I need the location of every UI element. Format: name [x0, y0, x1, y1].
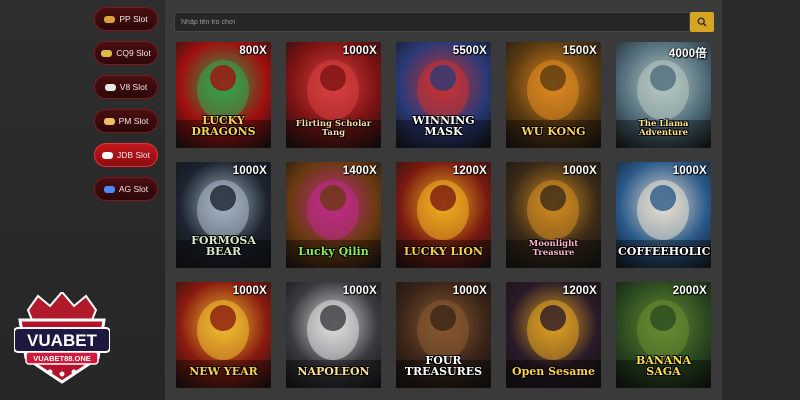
- logo-brand-text: VUABET: [27, 331, 98, 350]
- game-card[interactable]: 1200X LUCKY LION: [396, 162, 491, 268]
- v8-logo-icon: [104, 83, 116, 91]
- provider-button-ag-slot[interactable]: AG Slot: [94, 177, 158, 201]
- game-card[interactable]: 1400X Lucky Qilin: [286, 162, 381, 268]
- provider-label: CQ9 Slot: [116, 48, 151, 58]
- provider-button-cq9-slot[interactable]: CQ9 Slot: [94, 41, 158, 65]
- game-title: WINNING MASK: [412, 113, 475, 139]
- max-multiplier: 800X: [239, 45, 267, 57]
- game-card[interactable]: 5500X WINNING MASK: [396, 42, 491, 148]
- provider-label: PP Slot: [119, 14, 148, 24]
- game-title: LUCKY LION: [404, 245, 483, 259]
- game-title: NEW YEAR: [189, 365, 258, 379]
- game-card[interactable]: 1000X Flirting Scholar Tang: [286, 42, 381, 148]
- search-input[interactable]: [174, 12, 690, 32]
- max-multiplier: 4000倍: [668, 48, 707, 60]
- game-title: FOUR TREASURES: [404, 353, 483, 379]
- cq9-logo-icon: [101, 49, 113, 57]
- max-multiplier: 1000X: [342, 45, 377, 57]
- game-card[interactable]: 1000X Moonlight Treasure: [506, 162, 601, 268]
- provider-label: V8 Slot: [119, 82, 148, 92]
- game-card[interactable]: 1000X COFFEEHOLICS: [616, 162, 711, 268]
- max-multiplier: 2000X: [672, 285, 707, 297]
- game-title: Open Sesame: [512, 365, 595, 379]
- pp-logo-icon: [104, 15, 116, 23]
- game-title: The Llama Adventure: [638, 119, 689, 139]
- provider-sidebar: PP Slot CQ9 Slot V8 Slot PM Slot JDB Slot AG …: [94, 7, 158, 201]
- ag-logo-icon: [103, 185, 115, 193]
- provider-label: JDB Slot: [116, 150, 151, 160]
- game-card[interactable]: 2000X BANANA SAGA: [616, 282, 711, 388]
- max-multiplier: 1200X: [562, 285, 597, 297]
- game-title: Lucky Qilin: [298, 245, 369, 259]
- max-multiplier: 1000X: [232, 285, 267, 297]
- provider-label: AG Slot: [118, 184, 149, 194]
- game-title: FORMOSA BEAR: [191, 233, 256, 259]
- game-card[interactable]: 1000X NEW YEAR: [176, 282, 271, 388]
- game-title: COFFEEHOLICS: [618, 245, 711, 259]
- provider-button-pp-slot[interactable]: PP Slot: [94, 7, 158, 31]
- game-card[interactable]: 800X LUCKY DRAGONS: [176, 42, 271, 148]
- max-multiplier: 1000X: [342, 285, 377, 297]
- game-title: BANANA SAGA: [635, 353, 691, 379]
- max-multiplier: 1000X: [452, 285, 487, 297]
- game-card[interactable]: 1000X FORMOSA BEAR: [176, 162, 271, 268]
- search-button[interactable]: [690, 12, 714, 32]
- pm-logo-icon: [103, 117, 115, 125]
- max-multiplier: 1400X: [342, 165, 377, 177]
- game-title: LUCKY DRAGONS: [191, 113, 256, 139]
- game-card[interactable]: 1000X NAPOLEON: [286, 282, 381, 388]
- jdb-logo-icon: [101, 151, 113, 159]
- game-card[interactable]: 1000X FOUR TREASURES: [396, 282, 491, 388]
- game-title: Flirting Scholar Tang: [295, 119, 372, 139]
- vuabet-logo: VUABET VUABET88.ONE: [13, 290, 111, 384]
- max-multiplier: 1500X: [562, 45, 597, 57]
- provider-button-jdb-slot[interactable]: JDB Slot: [94, 143, 158, 167]
- game-title: Moonlight Treasure: [528, 239, 579, 259]
- game-title: NAPOLEON: [297, 365, 370, 379]
- logo-url-text: VUABET88.ONE: [33, 354, 91, 363]
- provider-button-pm-slot[interactable]: PM Slot: [94, 109, 158, 133]
- right-backdrop: [722, 0, 800, 400]
- max-multiplier: 1000X: [672, 165, 707, 177]
- game-card[interactable]: 4000倍 The Llama Adventure: [616, 42, 711, 148]
- search-bar: [174, 12, 714, 32]
- game-grid: 800X LUCKY DRAGONS 1000X Flirting Scholar T…: [176, 42, 711, 388]
- max-multiplier: 1000X: [232, 165, 267, 177]
- search-icon: [697, 17, 707, 27]
- game-title: WU KONG: [521, 125, 586, 139]
- provider-label: PM Slot: [118, 116, 149, 126]
- max-multiplier: 1000X: [562, 165, 597, 177]
- max-multiplier: 1200X: [452, 165, 487, 177]
- game-card[interactable]: 1200X Open Sesame: [506, 282, 601, 388]
- max-multiplier: 5500X: [452, 45, 487, 57]
- provider-button-v8-slot[interactable]: V8 Slot: [94, 75, 158, 99]
- game-card[interactable]: 1500X WU KONG: [506, 42, 601, 148]
